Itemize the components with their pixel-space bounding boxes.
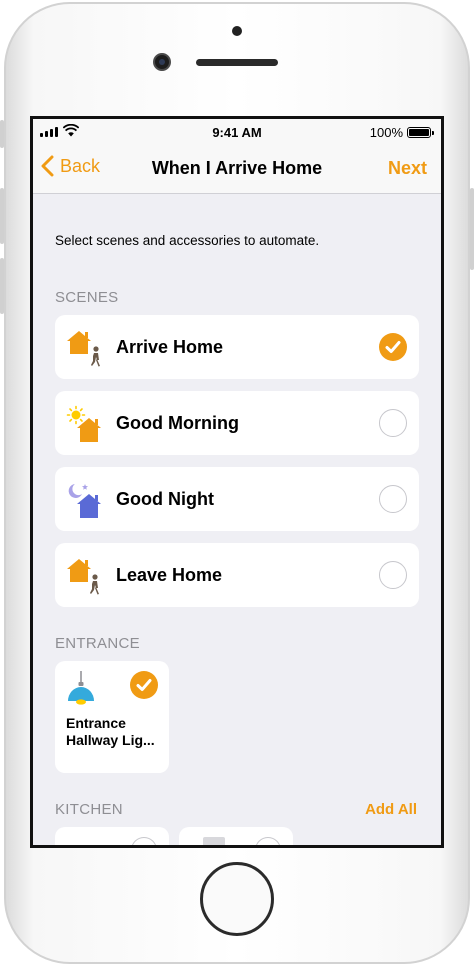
checkmark-unselected-icon[interactable] [255,837,281,845]
accessory-entrance-hallway-light[interactable]: Entrance Hallway Lig... [55,661,169,773]
section-header-entrance: ENTRANCE [55,635,140,652]
power-button [470,188,474,270]
checkmark-unselected-icon[interactable] [131,837,157,845]
scene-arrive-home[interactable]: Arrive Home [55,315,419,379]
battery-icon [407,127,434,138]
screen: 9:41 AM 100% Back When I Arrive Home Nex… [30,116,444,848]
checkmark-unselected-icon[interactable] [379,409,407,437]
earpiece-speaker [196,59,278,66]
back-button[interactable]: Back [41,155,100,177]
kitchen-accessory-card[interactable] [179,827,293,845]
leave-home-icon [67,559,99,595]
arrive-home-icon [67,331,100,367]
checkmark-selected-icon[interactable] [379,333,407,361]
volume-down-button [0,258,4,314]
scene-leave-home[interactable]: Leave Home [55,543,419,607]
scene-good-morning[interactable]: Good Morning [55,391,419,455]
section-header-scenes: SCENES [55,289,119,306]
navigation-bar: Back When I Arrive Home Next [33,145,441,194]
instruction-text: Select scenes and accessories to automat… [55,233,320,248]
accessory-label: Entrance Hallway Lig... [66,715,155,748]
section-header-kitchen: KITCHEN [55,801,123,818]
proximity-sensor [232,26,242,36]
kitchen-accessory-card[interactable] [55,827,169,848]
good-morning-icon [66,405,101,442]
status-bar: 9:41 AM 100% [33,119,441,145]
checkmark-unselected-icon[interactable] [379,485,407,513]
appliance-icon [203,837,225,845]
next-button[interactable]: Next [388,158,427,179]
scene-good-night[interactable]: Good Night [55,467,419,531]
bulb-icon [65,845,87,848]
battery-percent: 100% [369,125,403,140]
add-all-button[interactable]: Add All [365,801,417,818]
checkmark-selected-icon[interactable] [130,671,158,699]
checkmark-unselected-icon[interactable] [379,561,407,589]
scene-label: Good Morning [116,413,239,433]
good-night-icon [68,484,101,518]
front-camera [153,53,171,71]
mute-switch [0,120,4,148]
home-button[interactable] [200,862,274,936]
scene-label: Good Night [116,489,214,509]
scene-label: Arrive Home [116,337,224,357]
scene-label: Leave Home [116,565,223,585]
pendant-light-icon [68,671,94,705]
volume-up-button [0,188,4,244]
back-label: Back [60,155,101,176]
chevron-left-icon [41,155,54,177]
